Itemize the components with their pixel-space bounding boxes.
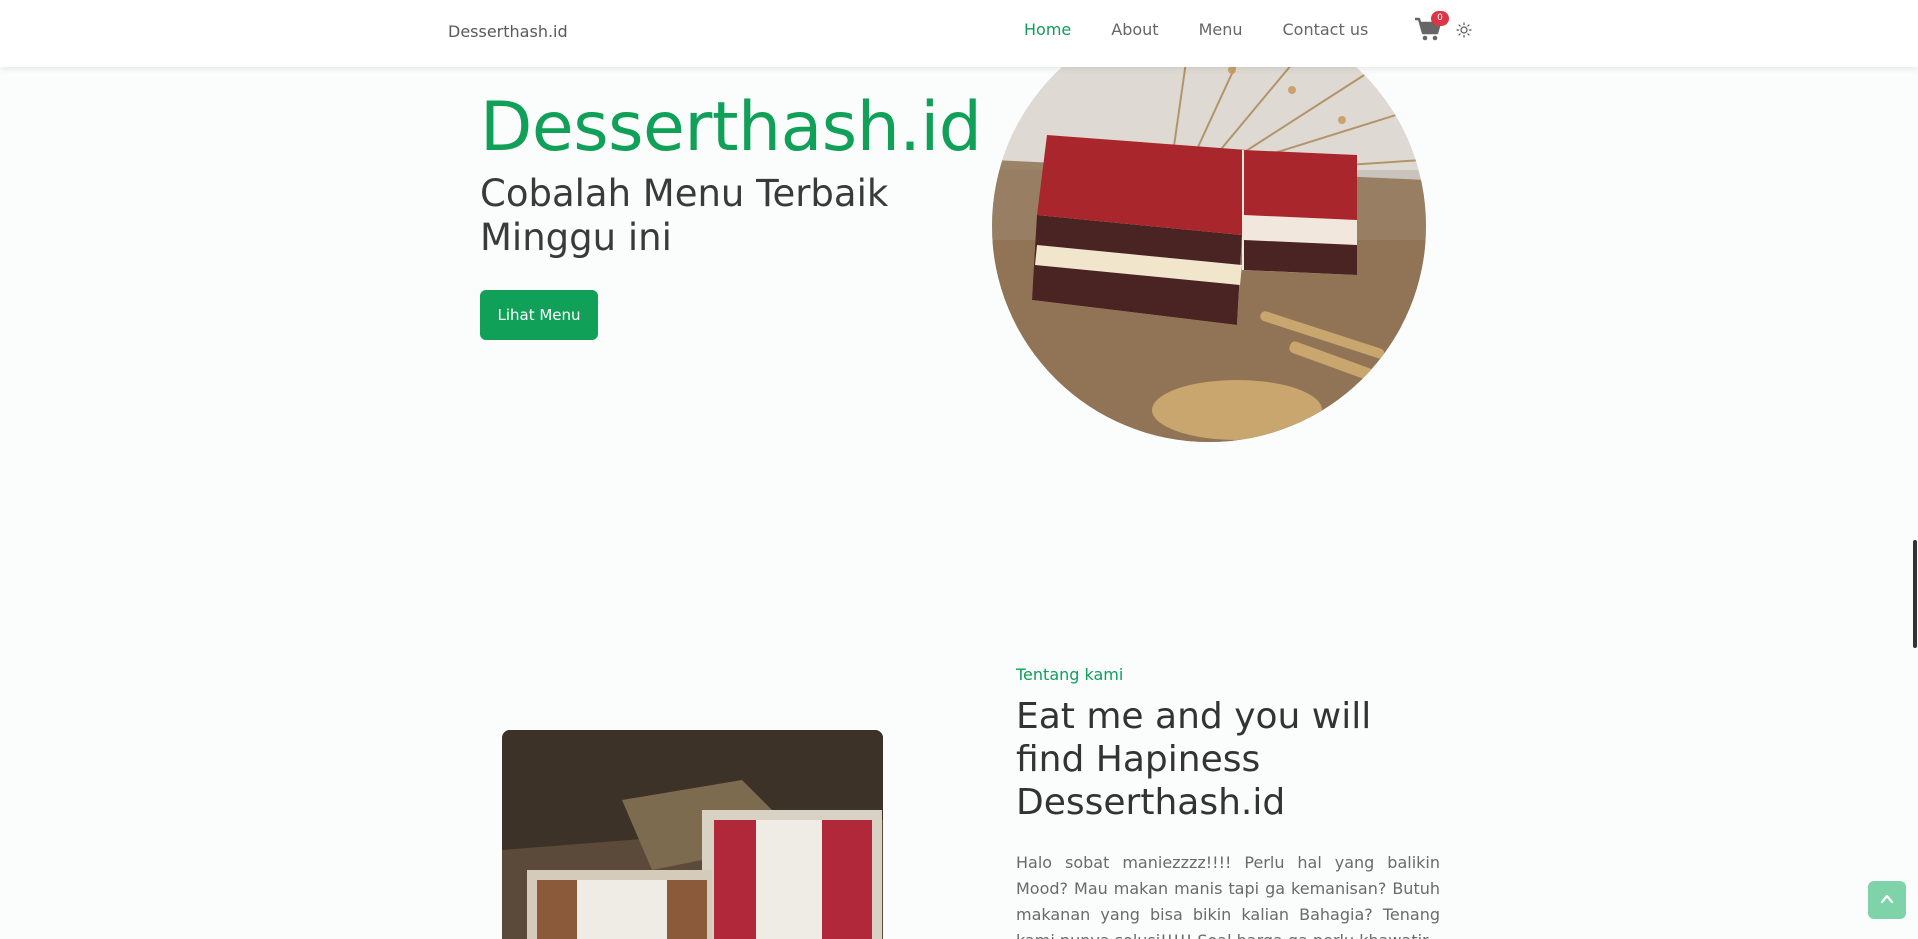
about-title: Eat me and you will find Hapiness Desser… (1016, 696, 1372, 823)
nav-link-contact[interactable]: Contact us (1283, 20, 1369, 39)
back-to-top-button[interactable] (1868, 881, 1906, 919)
nav-links: Home About Menu Contact us (1024, 20, 1368, 39)
cart-count-badge: 0 (1431, 11, 1449, 26)
chevron-up-icon (1879, 891, 1895, 910)
navbar: Desserthash.id Home About Menu Contact u… (0, 0, 1918, 67)
hero-dessert-image (992, 10, 1426, 442)
sun-icon[interactable] (1456, 22, 1472, 38)
scrollbar-thumb[interactable] (1913, 540, 1917, 648)
about-text: Halo sobat maniezzzz!!!! Perlu hal yang … (1016, 853, 1440, 939)
about-dessert-image (502, 730, 883, 939)
nav-link-menu[interactable]: Menu (1199, 20, 1243, 39)
about-eyebrow: Tentang kami (1016, 665, 1124, 684)
brand-logo[interactable]: Desserthash.id (448, 22, 568, 41)
view-menu-button[interactable]: Lihat Menu (480, 290, 598, 340)
nav-link-home[interactable]: Home (1024, 20, 1071, 39)
hero-subtitle: Cobalah Menu Terbaik Minggu ini (480, 172, 889, 259)
hero-title: Desserthash.id (480, 88, 982, 167)
nav-link-about[interactable]: About (1111, 20, 1158, 39)
